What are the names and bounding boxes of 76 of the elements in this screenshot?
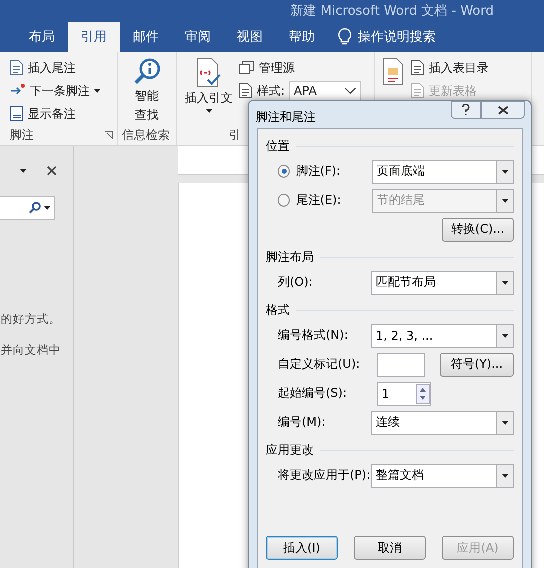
close-icon [498,106,508,114]
help-icon [462,104,470,116]
chevron-icon [345,88,356,94]
dropdown-arrow-icon [502,280,508,284]
section-heading: 格式 [266,302,290,318]
radio-button[interactable] [278,165,290,178]
dialog-button[interactable]: 插入(I) [266,536,338,560]
dropdown-field[interactable]: 连续 [370,410,514,434]
caret-icon [206,109,212,113]
spin-arrows-icon [416,384,430,404]
close-button[interactable] [481,101,525,119]
show-notes-icon [10,106,24,122]
style-icon [239,83,253,99]
symbol-button[interactable]: 符号(Y)... [440,352,514,376]
pane-text: 的好方式。 [1,312,62,327]
field-label: 将更改应用于(P): [278,467,371,484]
ribbon-tab[interactable]: 布局 [16,22,68,52]
dropdown-field[interactable]: 匹配节布局 [370,270,514,294]
citation-icon [196,58,222,88]
caption-icon [383,58,405,86]
section-heading: 脚注布局 [266,248,314,266]
dropdown-arrow-icon [502,474,508,478]
endnote-icon [10,60,24,76]
style-dropdown[interactable]: APA [289,81,362,101]
ribbon-command[interactable]: 下一条脚注 [10,81,101,101]
search-info-icon [133,58,161,86]
lightbulb-icon [338,28,352,46]
search-field[interactable] [0,196,55,220]
ribbon-command[interactable]: 插入表目录 [411,58,489,78]
style-label: 样式: [257,82,286,100]
ribbon-tab[interactable]: 邮件 [120,22,172,52]
caret-icon [44,206,51,210]
document-icon [411,83,425,99]
dialog-button[interactable]: 取消 [354,536,426,560]
pane-menu-icon [20,169,27,173]
field-label: 列(O): [278,274,314,291]
window-title: 新建 Microsoft Word 文档 - Word [290,3,494,20]
manage-sources-button[interactable]: 管理源 [239,58,362,78]
field-label: 编号(M): [278,414,327,431]
field-label: 尾注(E): [296,192,342,209]
help-button[interactable] [451,101,481,119]
number-spinner[interactable]: 1 [377,382,431,406]
ribbon-tab[interactable]: 审阅 [172,22,224,52]
dropdown-field[interactable]: 页面底端 [372,160,514,184]
dropdown-arrow-icon [502,170,508,174]
insert-citation-button[interactable]: 插入引文 [185,58,233,125]
dropdown-field[interactable]: 1, 2, 3, ... [370,324,514,348]
group-label: 脚注 [10,126,34,144]
tell-me-search[interactable]: 操作说明搜索 [358,28,436,46]
field-label: 脚注(F): [296,163,342,180]
section-heading: 应用更改 [266,442,314,458]
field-label: 编号格式(N): [278,327,350,344]
document-icon [411,60,425,76]
ribbon-tab[interactable]: 帮助 [276,22,328,52]
search-icon [29,202,41,214]
custom-mark-field[interactable] [377,352,425,376]
close-icon[interactable] [47,166,57,176]
pane-text: 并向文档中 [1,343,62,358]
dropdown-arrow-icon [502,334,508,338]
dropdown-arrow-icon [502,198,508,202]
group-label: 信息检索 [122,126,170,144]
group-label: 引 [229,126,241,144]
dropdown-field[interactable]: 整篇文档 [370,464,514,488]
dialog-title: 脚注和尾注 [256,109,316,126]
sources-icon [239,61,255,75]
ribbon-tab[interactable]: 视图 [224,22,276,52]
section-heading: 位置 [266,138,290,154]
dialog-launcher-icon[interactable] [105,131,113,139]
field-label: 起始编号(S): [278,385,348,402]
field-label: 自定义标记(U): [278,356,362,373]
ribbon-command[interactable]: 插入尾注 [10,58,101,78]
dropdown-arrow-icon [502,420,508,424]
ribbon-tab[interactable]: 引用 [68,22,120,52]
ribbon-command[interactable]: 显示备注 [10,104,101,124]
smart-lookup-button[interactable]: 智能 查找 [133,58,161,125]
convert-button[interactable]: 转换(C)... [442,218,514,242]
